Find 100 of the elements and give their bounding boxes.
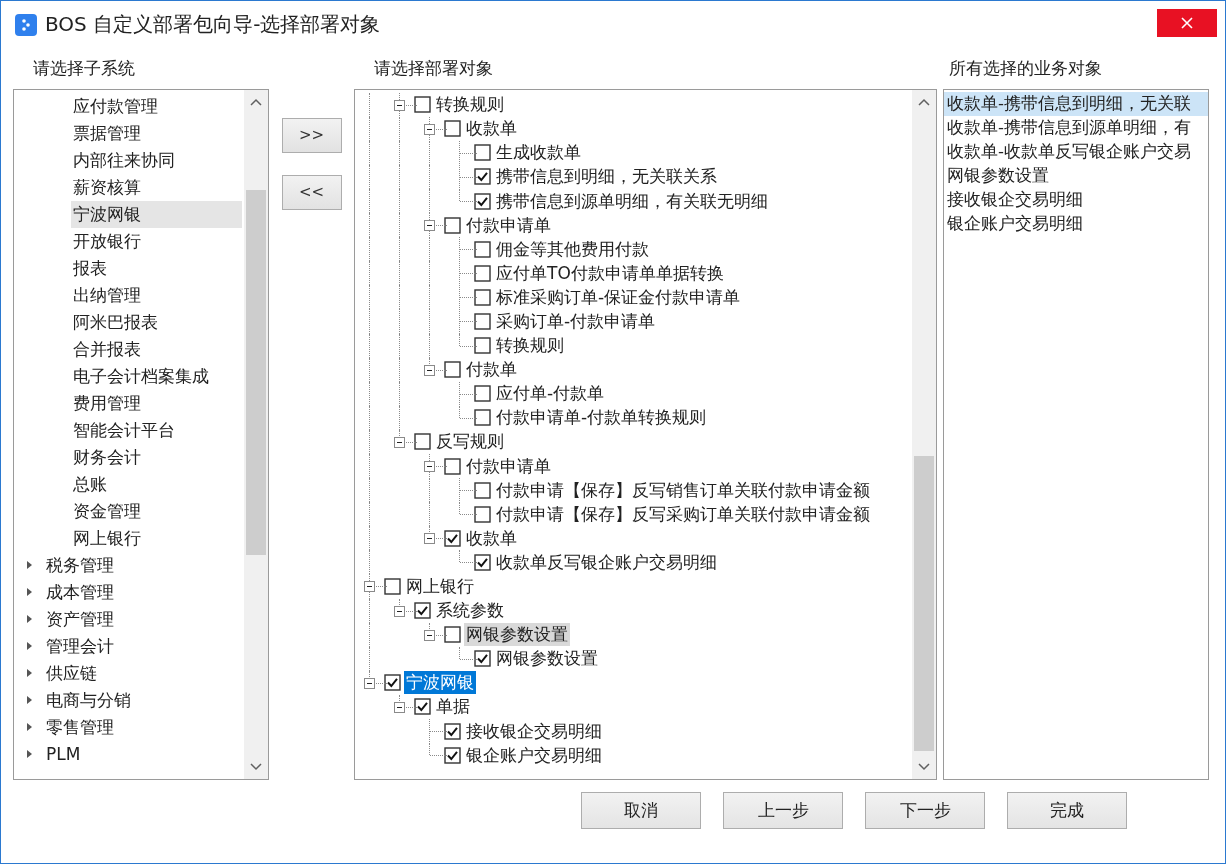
- vertical-scrollbar[interactable]: [912, 89, 936, 779]
- list-item[interactable]: 收款单-收款单反写银企账户交易: [944, 139, 1208, 164]
- checkbox[interactable]: [444, 626, 461, 644]
- tree-item[interactable]: 网银参数设置: [464, 623, 570, 647]
- tree-item[interactable]: 接收银企交易明细: [464, 719, 604, 743]
- tree-item[interactable]: 反写规则: [434, 430, 506, 454]
- list-item[interactable]: 收款单-携带信息到源单明细，有: [944, 115, 1208, 140]
- checkbox[interactable]: [474, 337, 491, 355]
- checkbox[interactable]: [474, 385, 491, 403]
- scroll-down-icon[interactable]: [918, 762, 930, 771]
- footer-button[interactable]: 取消: [581, 791, 701, 829]
- tree-item[interactable]: 生成收款单: [494, 141, 583, 165]
- tree-item[interactable]: 付款申请单: [464, 213, 553, 237]
- checkbox[interactable]: [474, 144, 491, 162]
- checkbox[interactable]: [474, 505, 491, 523]
- list-item[interactable]: 内部往来协同: [71, 146, 242, 174]
- tree-item[interactable]: 系统参数: [434, 599, 506, 623]
- checkbox[interactable]: [444, 216, 461, 234]
- minus-box-icon[interactable]: [424, 629, 435, 641]
- checkbox[interactable]: [384, 578, 401, 595]
- list-item[interactable]: 阿米巴报表: [71, 308, 242, 336]
- minus-box-icon[interactable]: [364, 581, 375, 593]
- list-item[interactable]: 智能会计平台: [71, 416, 242, 444]
- tree-item[interactable]: 付款申请【保存】反写采购订单关联付款申请金额: [494, 502, 872, 526]
- footer-button[interactable]: 完成: [1007, 791, 1127, 829]
- checkbox[interactable]: [474, 409, 491, 427]
- checkbox[interactable]: [474, 240, 491, 258]
- close-button[interactable]: [1157, 8, 1217, 37]
- list-item[interactable]: 宁波网银: [71, 200, 242, 228]
- triangle-icon[interactable]: [26, 722, 34, 733]
- list-item[interactable]: 网银参数设置: [944, 163, 1208, 188]
- list-item[interactable]: 收款单-携带信息到明细，无关联: [944, 91, 1208, 116]
- scroll-down-icon[interactable]: [250, 762, 262, 771]
- triangle-icon[interactable]: [26, 587, 34, 598]
- tree-item[interactable]: 网银参数设置: [494, 647, 600, 671]
- checkbox[interactable]: [444, 120, 461, 138]
- triangle-icon[interactable]: [26, 749, 34, 760]
- checkbox[interactable]: [414, 602, 431, 620]
- list-item[interactable]: 网上银行: [71, 524, 242, 552]
- tree-item[interactable]: 携带信息到源单明细，有关联无明细: [494, 189, 770, 213]
- minus-box-icon[interactable]: [394, 605, 405, 617]
- checkbox[interactable]: [474, 553, 491, 571]
- checkbox[interactable]: [474, 168, 491, 186]
- tree-item[interactable]: 单据: [434, 695, 472, 719]
- checkbox[interactable]: [444, 457, 461, 475]
- list-item[interactable]: PLM: [44, 740, 242, 768]
- list-item[interactable]: 应付款管理: [71, 92, 242, 120]
- triangle-icon[interactable]: [26, 695, 34, 706]
- tree-item[interactable]: 携带信息到明细，无关联关系: [494, 165, 719, 189]
- list-item[interactable]: 合并报表: [71, 335, 242, 363]
- move-button[interactable]: <<: [281, 174, 342, 210]
- minus-box-icon[interactable]: [424, 533, 435, 545]
- tree-item[interactable]: 应付单-付款单: [494, 382, 607, 406]
- tree-item[interactable]: 标准采购订单-保证金付款申请单: [494, 285, 743, 309]
- list-item[interactable]: 资金管理: [71, 497, 242, 525]
- tree-item[interactable]: 付款单: [464, 358, 519, 382]
- minus-box-icon[interactable]: [394, 701, 405, 713]
- list-item[interactable]: 电商与分销: [44, 686, 242, 714]
- list-item[interactable]: 电子会计档案集成: [71, 362, 242, 390]
- tree-item[interactable]: 宁波网银: [404, 671, 476, 695]
- tree-item[interactable]: 收款单反写银企账户交易明细: [494, 550, 719, 574]
- checkbox[interactable]: [474, 481, 491, 499]
- checkbox[interactable]: [474, 650, 491, 668]
- footer-button[interactable]: 上一步: [723, 791, 843, 829]
- triangle-icon[interactable]: [26, 614, 34, 625]
- minus-box-icon[interactable]: [394, 436, 405, 448]
- list-item[interactable]: 成本管理: [44, 578, 242, 606]
- minus-box-icon[interactable]: [424, 364, 435, 376]
- minus-box-icon[interactable]: [394, 99, 405, 111]
- checkbox[interactable]: [444, 722, 461, 740]
- tree-item[interactable]: 采购订单-付款申请单: [494, 310, 658, 333]
- list-item[interactable]: 总账: [71, 470, 242, 498]
- footer-button[interactable]: 下一步: [865, 791, 985, 829]
- checkbox[interactable]: [414, 96, 431, 114]
- tree-item[interactable]: 网上银行: [404, 575, 476, 598]
- list-item[interactable]: 接收银企交易明细: [944, 187, 1208, 212]
- checkbox[interactable]: [474, 288, 491, 306]
- list-item[interactable]: 税务管理: [44, 551, 242, 579]
- list-item[interactable]: 银企账户交易明细: [944, 211, 1208, 236]
- list-item[interactable]: 资产管理: [44, 605, 242, 633]
- list-item[interactable]: 财务会计: [71, 443, 242, 471]
- scroll-up-icon[interactable]: [250, 97, 262, 106]
- tree-item[interactable]: 银企账户交易明细: [464, 743, 604, 767]
- triangle-icon[interactable]: [26, 641, 34, 652]
- checkbox[interactable]: [414, 698, 431, 716]
- checkbox[interactable]: [474, 192, 491, 210]
- list-item[interactable]: 零售管理: [44, 713, 242, 741]
- checkbox[interactable]: [384, 674, 401, 692]
- minus-box-icon[interactable]: [424, 461, 435, 472]
- list-item[interactable]: 出纳管理: [71, 281, 242, 309]
- minus-box-icon[interactable]: [424, 123, 435, 135]
- checkbox[interactable]: [474, 264, 491, 282]
- triangle-icon[interactable]: [26, 668, 34, 679]
- list-item[interactable]: 薪资核算: [71, 173, 242, 201]
- list-item[interactable]: 票据管理: [71, 119, 242, 147]
- list-item[interactable]: 报表: [71, 254, 242, 282]
- tree-item[interactable]: 转换规则: [494, 334, 566, 358]
- tree-item[interactable]: 付款申请单-付款单转换规则: [494, 406, 709, 430]
- list-item[interactable]: 费用管理: [71, 389, 242, 417]
- list-item[interactable]: 开放银行: [71, 227, 242, 255]
